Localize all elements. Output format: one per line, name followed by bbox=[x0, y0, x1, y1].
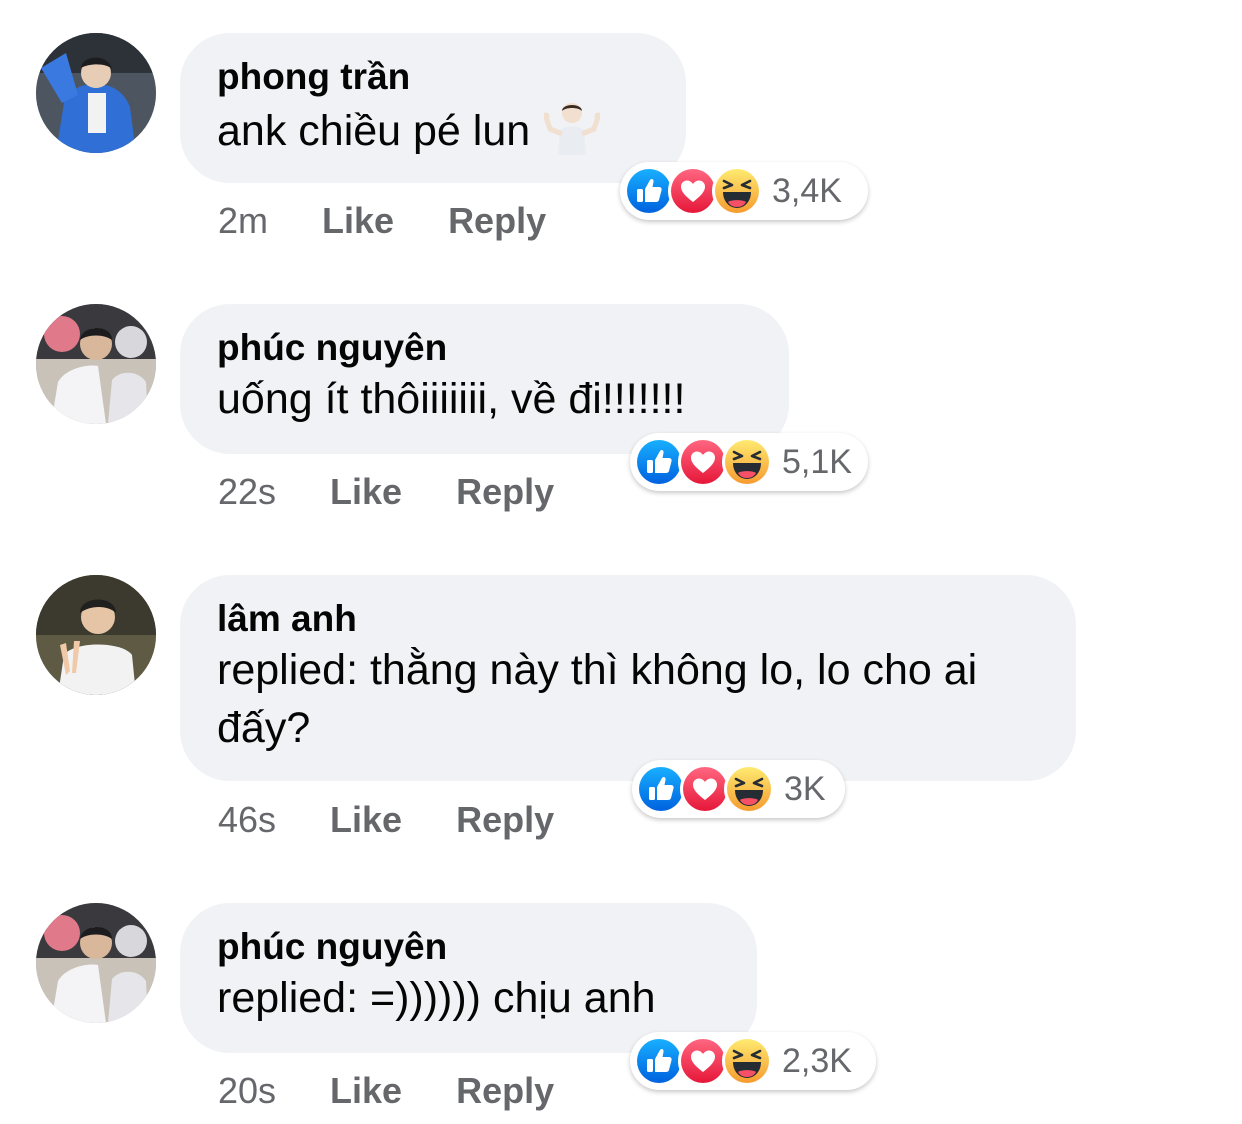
comment-author[interactable]: lâm anh bbox=[217, 597, 1039, 641]
avatar[interactable] bbox=[36, 33, 156, 153]
like-button[interactable]: Like bbox=[330, 1071, 402, 1111]
like-button[interactable]: Like bbox=[330, 472, 402, 512]
avatar[interactable] bbox=[36, 903, 156, 1023]
like-button[interactable]: Like bbox=[330, 800, 402, 840]
comment-text: replied: =)))))) chịu anh bbox=[217, 974, 656, 1022]
comment-author[interactable]: phúc nguyên bbox=[217, 326, 752, 370]
comment-bubble: phúc nguyên uống ít thôiiiiiii, về đi!!!… bbox=[180, 304, 789, 454]
haha-reaction-icon bbox=[722, 1036, 772, 1086]
comment-timestamp[interactable]: 2m bbox=[218, 201, 268, 241]
comment-actions: 2m Like Reply bbox=[218, 201, 546, 241]
comment-timestamp[interactable]: 20s bbox=[218, 1071, 276, 1111]
comment-actions: 20s Like Reply bbox=[218, 1071, 554, 1111]
comment-text: ank chiều pé lun bbox=[217, 99, 649, 160]
reaction-count: 3,4K bbox=[772, 171, 842, 210]
avatar[interactable] bbox=[36, 575, 156, 695]
like-reaction-icon bbox=[624, 166, 674, 216]
comment-author[interactable]: phong trần bbox=[217, 55, 649, 99]
love-reaction-icon bbox=[680, 764, 730, 814]
reply-button[interactable]: Reply bbox=[456, 1071, 554, 1111]
love-reaction-icon bbox=[668, 166, 718, 216]
comment-actions: 22s Like Reply bbox=[218, 472, 554, 512]
like-reaction-icon bbox=[634, 437, 684, 487]
like-button[interactable]: Like bbox=[322, 201, 394, 241]
comment-timestamp[interactable]: 46s bbox=[218, 800, 276, 840]
like-reaction-icon bbox=[634, 1036, 684, 1086]
reaction-count: 3K bbox=[784, 769, 826, 808]
like-reaction-icon bbox=[636, 764, 686, 814]
comment-timestamp[interactable]: 22s bbox=[218, 472, 276, 512]
comment-bubble: lâm anh replied: thằng này thì không lo,… bbox=[180, 575, 1076, 781]
comment-text: uống ít thôiiiiiii, về đi!!!!!!! bbox=[217, 375, 686, 423]
man-shrugging-emoji bbox=[544, 103, 601, 155]
reply-button[interactable]: Reply bbox=[456, 800, 554, 840]
haha-reaction-icon bbox=[724, 764, 774, 814]
comment-author[interactable]: phúc nguyên bbox=[217, 925, 720, 969]
reply-button[interactable]: Reply bbox=[456, 472, 554, 512]
comment-bubble: phong trần ank chiều pé lun bbox=[180, 33, 686, 183]
comment-text: replied: thằng này thì không lo, lo cho … bbox=[217, 646, 978, 752]
love-reaction-icon bbox=[678, 437, 728, 487]
reaction-count: 5,1K bbox=[782, 442, 852, 481]
reaction-summary[interactable]: 5,1K bbox=[630, 433, 868, 491]
reaction-summary[interactable]: 3K bbox=[632, 760, 845, 818]
comment-bubble: phúc nguyên replied: =)))))) chịu anh bbox=[180, 903, 757, 1053]
reply-button[interactable]: Reply bbox=[448, 201, 546, 241]
reaction-summary[interactable]: 3,4K bbox=[620, 162, 868, 220]
avatar[interactable] bbox=[36, 304, 156, 424]
comment-actions: 46s Like Reply bbox=[218, 800, 554, 840]
love-reaction-icon bbox=[678, 1036, 728, 1086]
haha-reaction-icon bbox=[712, 166, 762, 216]
reaction-count: 2,3K bbox=[782, 1041, 852, 1080]
reaction-summary[interactable]: 2,3K bbox=[630, 1032, 876, 1090]
haha-reaction-icon bbox=[722, 437, 772, 487]
